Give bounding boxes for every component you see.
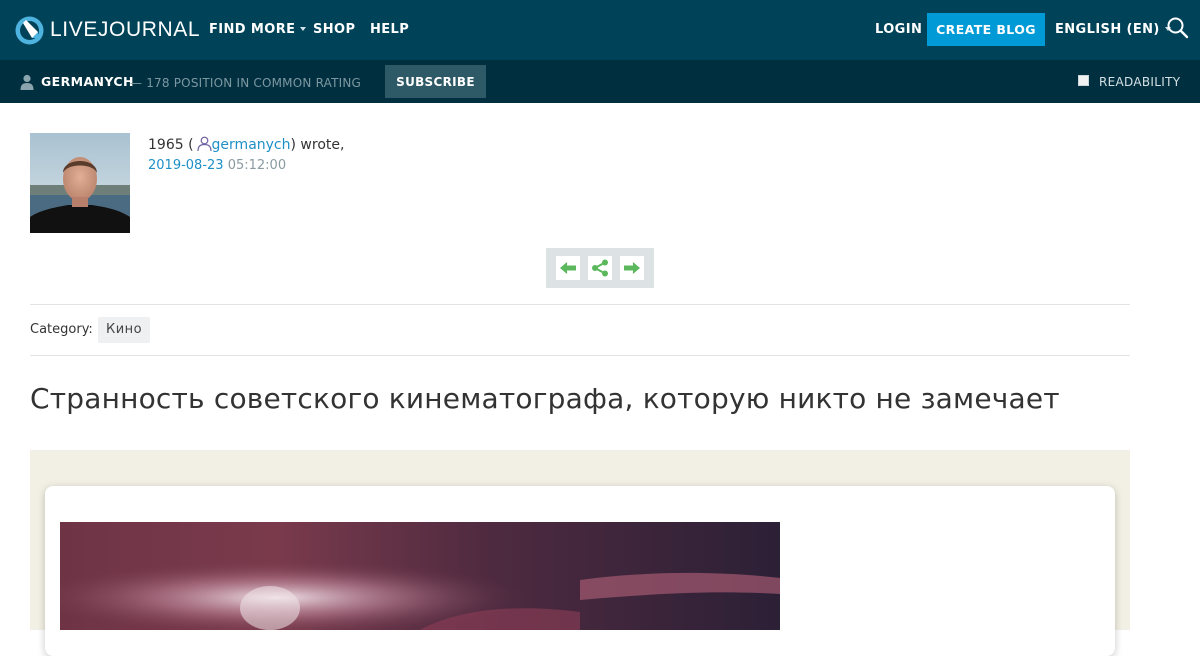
arrow-left-icon	[560, 262, 576, 274]
livejournal-logo[interactable]: LIVEJOURNAL	[15, 14, 200, 46]
share-button[interactable]	[588, 256, 612, 280]
category-tag[interactable]: Кино	[98, 317, 151, 343]
help-link[interactable]: HELP	[370, 22, 409, 38]
readability-label[interactable]: READABILITY	[1099, 75, 1180, 89]
film-still-image	[60, 522, 780, 630]
previous-entry-button[interactable]	[556, 256, 580, 280]
arrow-right-icon	[624, 262, 640, 274]
logo-text: LIVEJOURNAL	[50, 18, 201, 41]
entry-time: 05:12:00	[227, 158, 287, 173]
find-more-label: FIND MORE	[209, 22, 296, 37]
avatar-photo	[30, 133, 130, 233]
find-more-menu[interactable]: FIND MORE	[209, 22, 307, 38]
author-prefix: 1965 (	[148, 137, 194, 153]
search-icon	[1167, 17, 1189, 39]
create-blog-button[interactable]: CREATE BLOG	[927, 13, 1045, 46]
user-icon	[196, 136, 212, 151]
language-selector[interactable]: ENGLISH (EN)	[1055, 22, 1171, 38]
language-label: ENGLISH (EN)	[1055, 22, 1160, 37]
next-entry-button[interactable]	[620, 256, 644, 280]
entry-title: Странность советского кинематографа, кот…	[30, 382, 1060, 415]
avatar[interactable]	[30, 133, 130, 233]
chevron-down-icon	[300, 27, 307, 31]
category-label: Category:	[30, 322, 93, 337]
entry-datetime: 2019-08-23 05:12:00	[148, 158, 286, 174]
livejournal-logo-icon	[15, 16, 44, 44]
login-link[interactable]: LOGIN	[875, 22, 922, 38]
author-suffix: ) wrote,	[290, 137, 345, 153]
rating-text: — 178 POSITION IN COMMON RATING	[130, 76, 362, 90]
divider	[30, 304, 1130, 305]
entry-date[interactable]: 2019-08-23	[148, 158, 224, 173]
shop-link[interactable]: SHOP	[313, 22, 355, 38]
search-button[interactable]	[1166, 16, 1190, 40]
entry-byline: 1965 ( germanych) wrote,	[148, 136, 344, 154]
entry-photo	[60, 522, 780, 630]
share-icon	[592, 259, 608, 277]
author-link[interactable]: germanych	[212, 137, 291, 153]
entry-navigation	[546, 248, 654, 288]
subscribe-button[interactable]: SUBSCRIBE	[385, 65, 486, 98]
journal-username[interactable]: GERMANYCH	[41, 75, 134, 89]
user-icon	[20, 74, 34, 90]
divider	[30, 355, 1130, 356]
readability-checkbox[interactable]	[1078, 75, 1089, 86]
